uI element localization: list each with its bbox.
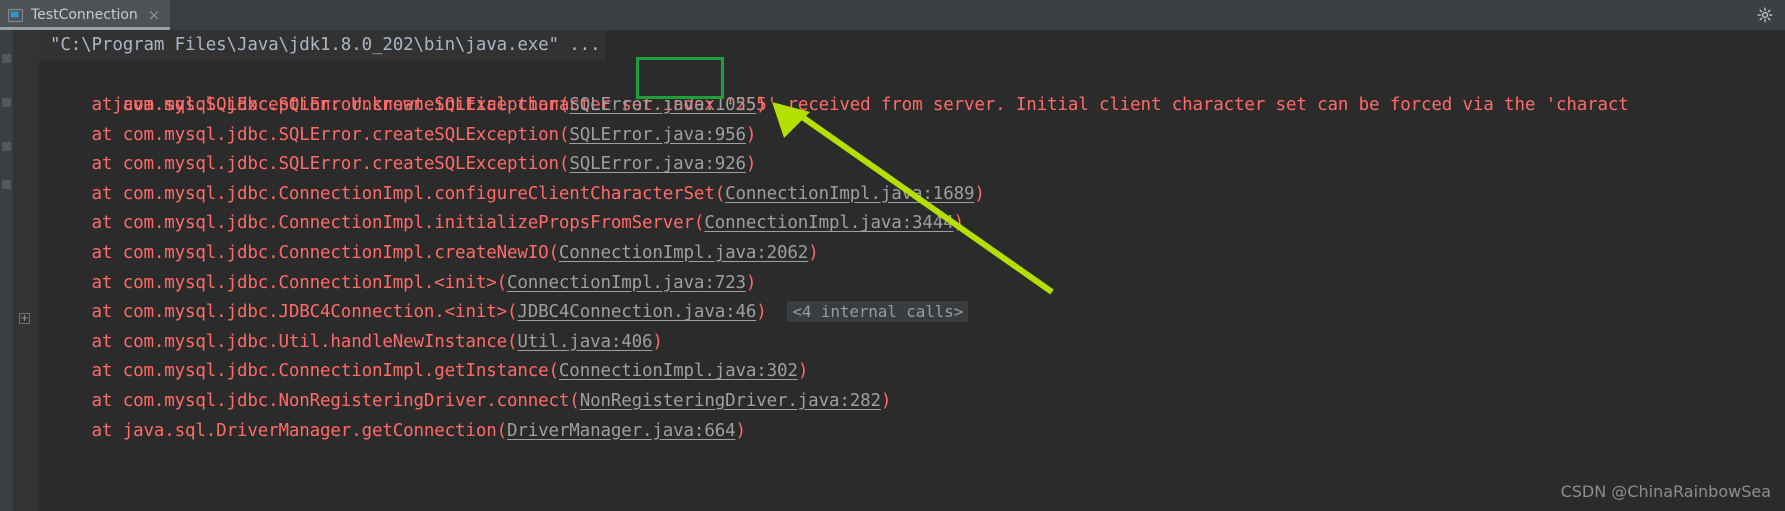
stack-trace-line: at com.mysql.jdbc.SQLError.createSQLExce… xyxy=(39,90,767,120)
stack-trace-method: at com.mysql.jdbc.SQLError.createSQLExce… xyxy=(91,154,570,175)
stack-trace-line: at com.mysql.jdbc.SQLError.createSQLExce… xyxy=(39,120,757,150)
stack-trace-paren: ) xyxy=(953,213,965,234)
stack-trace-indent xyxy=(50,154,92,174)
stack-trace-method: at com.mysql.jdbc.SQLError.createSQLExce… xyxy=(91,124,570,145)
stack-trace-indent xyxy=(50,213,92,233)
fold-expand-icon[interactable]: + xyxy=(19,313,30,324)
stack-trace-paren: ) xyxy=(745,124,757,145)
stack-trace-source-link[interactable]: ConnectionImpl.java:302 xyxy=(559,361,798,381)
console-output[interactable]: "C:\Program Files\Java\jdk1.8.0_202\bin\… xyxy=(39,30,1785,511)
stack-trace-line: at com.mysql.jdbc.Util.handleNewInstance… xyxy=(39,327,663,357)
console-command-line: "C:\Program Files\Java\jdk1.8.0_202\bin\… xyxy=(39,30,607,60)
stack-trace-paren: ) xyxy=(745,154,757,175)
stack-trace-source-link[interactable]: DriverManager.java:664 xyxy=(507,421,736,441)
stack-trace-indent xyxy=(50,184,92,204)
stack-trace-line: at com.mysql.jdbc.ConnectionImpl.initial… xyxy=(39,208,965,238)
stack-trace-method: at java.sql.DriverManager.getConnection( xyxy=(91,420,508,441)
stack-trace-indent xyxy=(50,421,92,441)
console-exception-line: java.sql.SQLException: Unknown initial c… xyxy=(39,60,1629,115)
stack-trace-indent xyxy=(50,243,92,263)
stack-trace-line: at com.mysql.jdbc.ConnectionImpl.createN… xyxy=(39,238,819,268)
stack-trace-indent xyxy=(50,361,92,381)
stack-trace-source-link[interactable]: ConnectionImpl.java:3444 xyxy=(704,213,953,233)
stack-trace-source-link[interactable]: SQLError.java:956 xyxy=(569,125,746,145)
tab-label: TestConnection xyxy=(31,7,138,23)
stack-trace-paren: ) xyxy=(745,272,757,293)
tab-bar: TestConnection × xyxy=(0,0,1785,31)
gear-icon[interactable] xyxy=(1757,7,1773,23)
strip-button-settings[interactable] xyxy=(2,180,11,189)
stack-trace-source-link[interactable]: Util.java:406 xyxy=(517,332,652,352)
stack-trace-method: at com.mysql.jdbc.Util.handleNewInstance… xyxy=(91,331,518,352)
stack-trace-paren: ) xyxy=(808,243,819,263)
console-gutter: + xyxy=(13,30,40,511)
stack-trace-indent xyxy=(50,391,92,411)
stack-trace-method: at com.mysql.jdbc.SQLError.createSQLExce… xyxy=(91,95,570,115)
strip-button-stop[interactable] xyxy=(2,98,11,107)
stack-trace-line: at com.mysql.jdbc.JDBC4Connection.<init>… xyxy=(39,297,969,327)
exception-text-after: received from server. Initial client cha… xyxy=(777,95,1629,115)
stack-trace-paren: ) xyxy=(756,95,767,115)
stack-trace-source-link[interactable]: JDBC4Connection.java:46 xyxy=(517,302,756,322)
stack-trace-indent xyxy=(50,302,92,322)
stack-trace-line: at java.sql.DriverManager.getConnection(… xyxy=(39,416,746,446)
stack-trace-line: at com.mysql.jdbc.ConnectionImpl.<init>(… xyxy=(39,268,757,298)
stack-trace-paren: ) xyxy=(735,420,746,441)
stack-trace-source-link[interactable]: NonRegisteringDriver.java:282 xyxy=(580,391,881,411)
stack-trace-method: at com.mysql.jdbc.ConnectionImpl.configu… xyxy=(91,183,726,204)
ide-console-window: TestConnection × + "C:\Program Files\Jav… xyxy=(0,0,1785,511)
stack-trace-source-link[interactable]: ConnectionImpl.java:723 xyxy=(507,273,746,293)
strip-button-trace[interactable] xyxy=(2,142,11,151)
stack-trace-method: at com.mysql.jdbc.NonRegisteringDriver.c… xyxy=(91,391,580,411)
stack-trace-line: at com.mysql.jdbc.ConnectionImpl.configu… xyxy=(39,179,985,209)
stack-trace-indent xyxy=(50,95,92,115)
strip-button-rerun[interactable] xyxy=(2,54,11,63)
stack-trace-method: at com.mysql.jdbc.ConnectionImpl.createN… xyxy=(91,243,560,263)
stack-trace-source-link[interactable]: ConnectionImpl.java:1689 xyxy=(725,184,974,204)
stack-trace-indent xyxy=(50,273,92,293)
stack-trace-line: at com.mysql.jdbc.NonRegisteringDriver.c… xyxy=(39,386,892,416)
tab-testconnection[interactable]: TestConnection × xyxy=(0,0,171,30)
close-icon[interactable]: × xyxy=(148,7,161,23)
stack-trace-paren: ) xyxy=(974,183,985,204)
stack-trace-indent xyxy=(50,332,92,352)
stack-trace-method: at com.mysql.jdbc.ConnectionImpl.getInst… xyxy=(91,361,560,382)
stack-trace-method: at com.mysql.jdbc.ConnectionImpl.initial… xyxy=(91,213,705,234)
stack-trace-paren: ) xyxy=(880,391,892,411)
stack-trace-paren: ) xyxy=(756,302,767,323)
stack-trace-method: at com.mysql.jdbc.ConnectionImpl.<init>( xyxy=(91,272,508,293)
stack-trace-indent xyxy=(50,125,92,145)
stack-trace-source-link[interactable]: ConnectionImpl.java:2062 xyxy=(559,243,808,263)
run-configuration-icon xyxy=(7,8,24,23)
left-tool-strip xyxy=(0,30,13,511)
stack-trace-paren: ) xyxy=(652,331,663,352)
internal-calls-badge[interactable]: <4 internal calls> xyxy=(787,301,969,323)
stack-trace-source-link[interactable]: SQLError.java:926 xyxy=(569,154,746,174)
stack-trace-paren: ) xyxy=(797,361,809,382)
stack-trace-source-link[interactable]: SQLError.java:1055 xyxy=(569,95,756,115)
stack-trace-method: at com.mysql.jdbc.JDBC4Connection.<init>… xyxy=(91,302,518,323)
stack-trace-line: at com.mysql.jdbc.ConnectionImpl.getInst… xyxy=(39,356,809,386)
stack-trace-line: at com.mysql.jdbc.SQLError.createSQLExce… xyxy=(39,149,757,179)
